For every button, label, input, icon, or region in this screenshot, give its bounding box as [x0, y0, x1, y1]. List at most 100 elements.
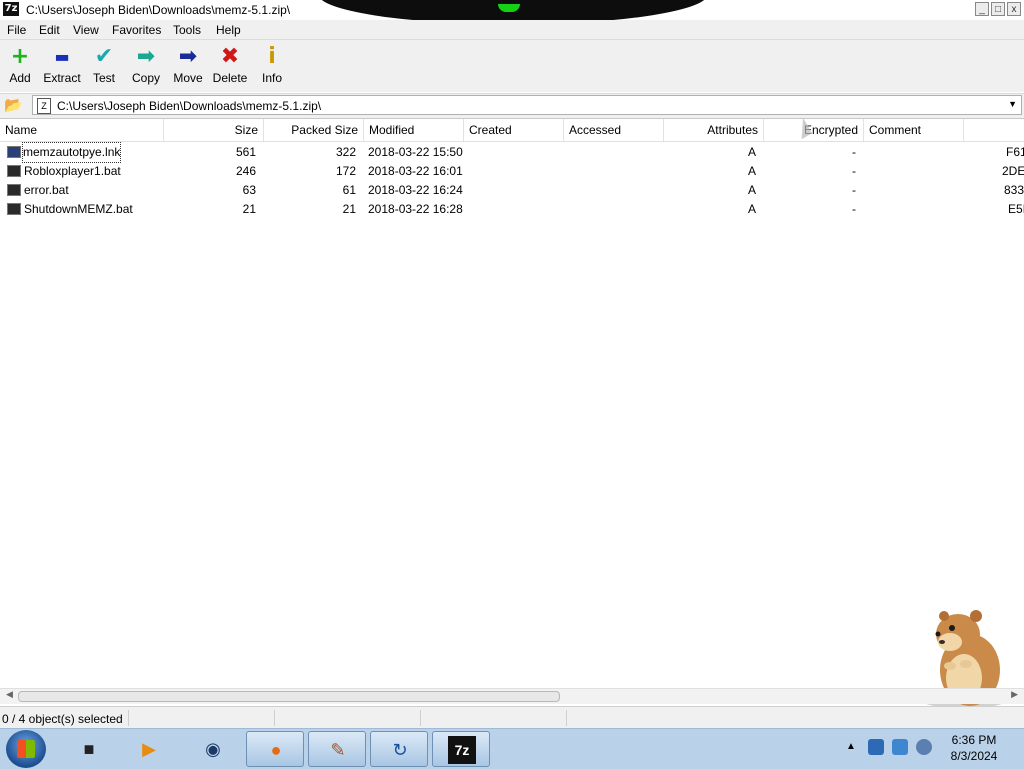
info-label: Info: [261, 71, 282, 85]
column-created[interactable]: Created: [464, 119, 564, 141]
file-packed-size: 21: [342, 202, 356, 216]
address-field[interactable]: Z C:\Users\Joseph Biden\Downloads\memz-5…: [32, 95, 1022, 115]
taskbar-globe-button[interactable]: ◉: [184, 731, 242, 767]
chevron-down-icon[interactable]: ▼: [1008, 99, 1017, 109]
file-encrypted: -: [852, 145, 856, 159]
status-divider: [566, 710, 567, 726]
move-button[interactable]: ➡ Move: [166, 46, 210, 86]
taskbar-firefox-button[interactable]: ●: [246, 731, 304, 767]
menu-file[interactable]: File: [7, 23, 26, 37]
batch-file-icon: [7, 203, 21, 215]
file-name[interactable]: error.bat: [24, 181, 69, 200]
status-divider: [274, 710, 275, 726]
file-list: Name Size Packed Size Modified Created A…: [0, 118, 1024, 689]
column-accessed[interactable]: Accessed: [564, 119, 664, 141]
column-attributes[interactable]: Attributes: [664, 119, 764, 141]
file-packed-size: 172: [335, 164, 356, 178]
file-name[interactable]: ShutdownMEMZ.bat: [24, 200, 133, 219]
move-label: Move: [173, 71, 203, 85]
scroll-right-icon[interactable]: ▶: [1011, 689, 1018, 700]
taskbar-clock[interactable]: 6:36 PM 8/3/2024: [942, 732, 1006, 764]
file-size: 246: [235, 164, 256, 178]
column-comment[interactable]: Comment: [864, 119, 964, 141]
minimize-button[interactable]: _: [975, 2, 989, 16]
status-divider: [128, 710, 129, 726]
window-title: C:\Users\Joseph Biden\Downloads\memz-5.1…: [26, 3, 291, 17]
file-encrypted: -: [852, 183, 856, 197]
taskbar-app-button[interactable]: ↻: [370, 731, 428, 767]
file-modified: 2018-03-22 16:01: [368, 164, 463, 178]
menu-view[interactable]: View: [73, 23, 99, 37]
volume-icon[interactable]: [916, 739, 932, 755]
table-row[interactable]: Robloxplayer1.bat 246 172 2018-03-22 16:…: [0, 162, 1024, 181]
file-packed-size: 61: [342, 183, 356, 197]
menu-favorites[interactable]: Favorites: [112, 23, 161, 37]
add-button[interactable]: + Add: [0, 46, 42, 86]
file-attributes: A: [747, 145, 756, 159]
test-button[interactable]: ✔ Test: [82, 44, 126, 86]
list-header: Name Size Packed Size Modified Created A…: [0, 119, 1024, 142]
copy-arrow-icon: ➡: [136, 44, 156, 69]
window-controls: _ □ x: [975, 2, 1021, 16]
scrollbar-thumb[interactable]: [18, 691, 560, 702]
horizontal-scrollbar[interactable]: ◀ ▶: [0, 688, 1024, 704]
file-size: 63: [242, 183, 256, 197]
test-label: Test: [92, 71, 115, 85]
menu-edit[interactable]: Edit: [39, 23, 60, 37]
taskbar: ■ ▶ ◉ ● ✎ ↻ 7z ▲: [0, 728, 1024, 769]
file-encrypted: -: [852, 202, 856, 216]
table-row[interactable]: memzautotpye.lnk 561 322 2018-03-22 15:5…: [0, 142, 1024, 163]
extract-label: Extract: [43, 71, 81, 85]
app-arrow-icon: ↻: [392, 740, 408, 760]
tray-expand-icon[interactable]: ▲: [846, 741, 856, 752]
menu-help[interactable]: Help: [216, 23, 241, 37]
taskbar-7zip-button[interactable]: 7z: [432, 731, 490, 767]
seven-zip-icon: 7z: [448, 736, 476, 764]
column-packed-size[interactable]: Packed Size: [264, 119, 364, 141]
address-path: C:\Users\Joseph Biden\Downloads\memz-5.1…: [57, 99, 322, 113]
table-row[interactable]: error.bat 63 61 2018-03-22 16:24 A - 833: [0, 181, 1024, 200]
info-button[interactable]: i Info: [250, 44, 294, 86]
taskbar-media-button[interactable]: ▶: [120, 731, 178, 767]
window-titlebar: 7z C:\Users\Joseph Biden\Downloads\memz-…: [0, 0, 1024, 24]
delete-label: Delete: [212, 71, 248, 85]
start-button[interactable]: [6, 730, 46, 768]
toolbar: + Add ▬ Extract ✔ Test ➡ Copy ➡ Move ✖ D…: [0, 40, 1024, 92]
delete-button[interactable]: ✖ Delete: [208, 46, 252, 86]
terminal-icon: ■: [83, 739, 95, 759]
file-modified: 2018-03-22 16:24: [368, 183, 463, 197]
add-label: Add: [9, 71, 31, 85]
menu-bar: File Edit View Favorites Tools Help: [0, 20, 1024, 40]
network-icon[interactable]: [892, 739, 908, 755]
column-encrypted[interactable]: Encrypted: [764, 119, 864, 141]
tray-app-icon[interactable]: [868, 739, 884, 755]
status-divider: [420, 710, 421, 726]
file-encrypted: -: [852, 164, 856, 178]
file-packed-size: 322: [335, 145, 356, 159]
globe-icon: ◉: [205, 739, 221, 759]
column-name[interactable]: Name: [0, 119, 164, 141]
file-attributes: A: [747, 202, 756, 216]
windows-logo-icon: [17, 740, 35, 758]
taskbar-paint-button[interactable]: ✎: [308, 731, 366, 767]
copy-button[interactable]: ➡ Copy: [124, 44, 168, 86]
extract-button[interactable]: ▬ Extract: [40, 46, 84, 85]
maximize-button[interactable]: □: [991, 2, 1005, 16]
column-modified[interactable]: Modified: [364, 119, 464, 141]
check-icon: ✔: [94, 44, 114, 69]
firefox-icon: ●: [270, 740, 282, 760]
info-icon: i: [268, 44, 276, 69]
up-folder-icon[interactable]: 📂: [4, 97, 23, 115]
minus-icon: ▬: [54, 47, 70, 66]
file-name[interactable]: memzautotpye.lnk: [21, 142, 122, 163]
column-size[interactable]: Size: [164, 119, 264, 141]
file-crc: 833: [1004, 183, 1024, 197]
taskbar-terminal-button[interactable]: ■: [60, 731, 118, 767]
menu-tools[interactable]: Tools: [173, 23, 201, 37]
table-row[interactable]: ShutdownMEMZ.bat 21 21 2018-03-22 16:28 …: [0, 200, 1024, 219]
file-name[interactable]: Robloxplayer1.bat: [24, 162, 121, 181]
close-button[interactable]: x: [1007, 2, 1021, 16]
selection-status: 0 / 4 object(s) selected: [2, 712, 123, 726]
status-bar: 0 / 4 object(s) selected: [0, 706, 1024, 729]
scroll-left-icon[interactable]: ◀: [6, 689, 13, 700]
